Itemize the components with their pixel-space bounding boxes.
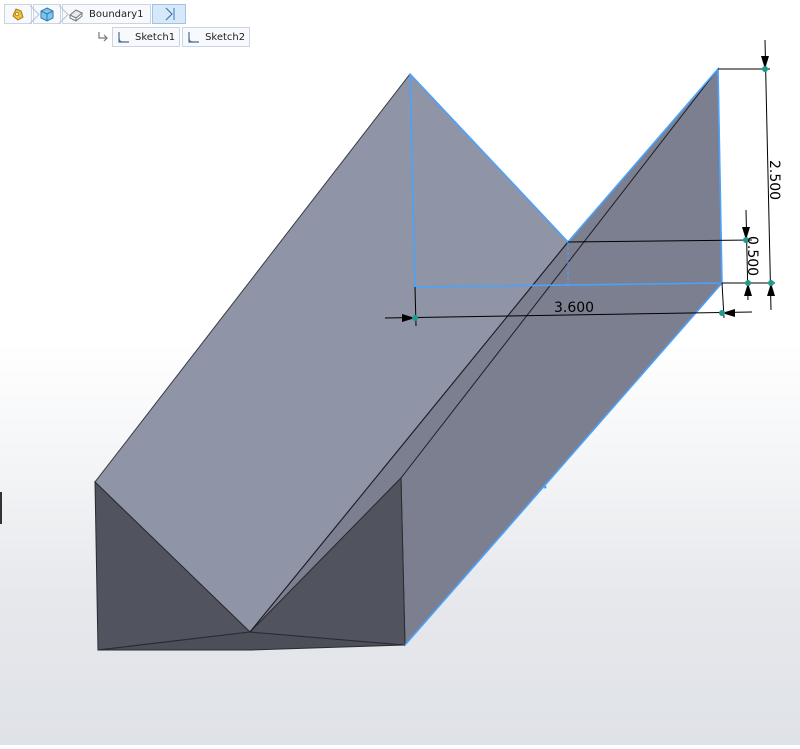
viewport-edge-marker — [0, 492, 2, 524]
dimension-offset-label[interactable]: 0.500 — [744, 236, 760, 276]
sketch-chip-2-label: Sketch2 — [205, 31, 246, 43]
dimension-width-label[interactable]: 3.600 — [554, 300, 594, 316]
breadcrumb-expand-button[interactable] — [151, 4, 186, 24]
graphics-area[interactable]: 2.500 0.500 3.600 — [0, 0, 800, 745]
guide-midpoint-marker — [543, 485, 547, 489]
breadcrumb-boundary-label: Boundary1 — [89, 8, 144, 20]
breadcrumb-sketches: Sketch1 Sketch2 — [96, 27, 251, 47]
breadcrumb-boundary[interactable]: Boundary1 — [62, 4, 151, 24]
feature-icon — [69, 9, 83, 22]
sketch-chip-1[interactable]: Sketch1 — [112, 27, 181, 47]
breadcrumb: Boundary1 — [4, 4, 187, 24]
model-view[interactable]: 2.500 0.500 3.600 — [0, 0, 800, 745]
chevron-right-icon — [165, 7, 175, 21]
sketch-icon — [118, 32, 129, 43]
sketch-chip-1-label: Sketch1 — [135, 31, 176, 43]
sketch-icon — [188, 32, 200, 43]
return-arrow-icon — [98, 32, 108, 42]
dimension-height-label[interactable]: 2.500 — [766, 160, 782, 200]
breadcrumb-part[interactable] — [4, 4, 40, 24]
sketch-chip-2[interactable]: Sketch2 — [182, 27, 251, 47]
